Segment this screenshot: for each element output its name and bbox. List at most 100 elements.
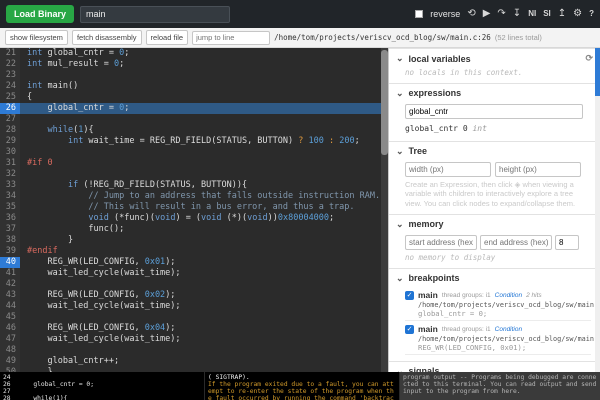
source-line: 32 [0, 169, 388, 180]
toolbar-button-fetch-disassembly[interactable]: fetch disassembly [72, 30, 142, 45]
line-code: #endif [20, 246, 388, 257]
line-number-gutter[interactable]: 50 [0, 367, 20, 372]
line-number-gutter[interactable]: 47 [0, 334, 20, 345]
line-number-gutter[interactable]: 27 [0, 114, 20, 125]
source-line: 24int main() [0, 81, 388, 92]
line-number-gutter[interactable]: 45 [0, 312, 20, 323]
line-number-gutter[interactable]: 21 [0, 48, 20, 59]
memory-bytes-input[interactable] [555, 235, 579, 250]
help-button[interactable]: ? [589, 10, 594, 18]
up-button[interactable]: ↥ [558, 9, 566, 19]
line-number-gutter[interactable]: 40 [0, 257, 20, 268]
source-line: 33 if (!REG_RD_FIELD(STATUS, BUTTON)){ [0, 180, 388, 191]
line-code: global_cntr = 0; [20, 103, 388, 114]
next-instruction-button[interactable]: NI [528, 10, 536, 18]
line-code: wait_led_cycle(wait_time); [20, 301, 388, 312]
breakpoint-condition-link[interactable]: Condition [495, 292, 522, 299]
settings-button[interactable]: ⚙ [573, 9, 582, 19]
breakpoint-enabled-checkbox[interactable]: ✓ [405, 325, 414, 334]
breakpoint-path[interactable]: /home/tom/projects/veriscv_ocd_blog/sw/m… [418, 301, 591, 309]
bottom-terminals: 24 26 global_cntr = 0; 27 28 while(1){ 2… [0, 372, 600, 400]
reverse-label: reverse [430, 9, 460, 19]
line-number-gutter[interactable]: 32 [0, 169, 20, 180]
panel-title: signals [409, 366, 440, 372]
source-line: 45 [0, 312, 388, 323]
source-viewer: 21int global_cntr = 0;22int mul_result =… [0, 48, 388, 372]
memory-end-input[interactable] [480, 235, 552, 250]
expression-input[interactable] [405, 104, 583, 119]
breakpoint-item[interactable]: ✓mainthread groups: i1Condition2 hits/ho… [405, 287, 591, 321]
line-number-gutter[interactable]: 44 [0, 301, 20, 312]
breakpoint-item[interactable]: ✓mainthread groups: i1Condition/home/tom… [405, 321, 591, 355]
tree-width-input[interactable] [405, 162, 491, 177]
line-number-gutter[interactable]: 25 [0, 92, 20, 103]
breakpoint-source-preview: REG_WR(LED_CONFIG, 0x01); [418, 343, 591, 352]
restart-button[interactable]: ⟲ [467, 9, 475, 19]
line-number-gutter[interactable]: 41 [0, 268, 20, 279]
source-line: 27 [0, 114, 388, 125]
source-line: 40 REG_WR(LED_CONFIG, 0x01); [0, 257, 388, 268]
panel-header-local-variables[interactable]: ⌄ local variables ⟳ [389, 48, 600, 67]
refresh-icon[interactable]: ⟳ [585, 53, 593, 64]
navbar-controls-group: reverse ⟲ ▶ ↷ ↧ NI SI ↥ ⚙? [415, 9, 594, 19]
step-instruction-button[interactable]: SI [543, 10, 551, 18]
panel-title: Tree [409, 146, 428, 156]
next-button[interactable]: ↷ [497, 9, 505, 19]
step-button[interactable]: ↧ [513, 9, 521, 19]
panel-header-expressions[interactable]: ⌄ expressions [389, 83, 600, 101]
sidebar-scrollbar-thumb[interactable] [595, 48, 600, 96]
expression-result-row[interactable]: global_cntr 0 int [405, 122, 591, 135]
line-number-gutter[interactable]: 37 [0, 224, 20, 235]
line-number-gutter[interactable]: 29 [0, 136, 20, 147]
source-scrollbar-thumb[interactable] [381, 50, 388, 155]
tree-height-input[interactable] [495, 162, 581, 177]
toolbar-button-reload-file[interactable]: reload file [146, 30, 189, 45]
line-number-gutter[interactable]: 36 [0, 213, 20, 224]
source-scrollbar[interactable] [381, 48, 388, 372]
toolbar-button-show-filesystem[interactable]: show filesystem [5, 30, 68, 45]
memory-start-input[interactable] [405, 235, 477, 250]
right-sidebar: ⌄ local variables ⟳ no locals in this co… [388, 48, 600, 372]
program-output-terminal[interactable]: program output -- Programs being debugge… [400, 372, 600, 400]
sidebar-scrollbar[interactable] [595, 48, 600, 372]
line-number-gutter[interactable]: 33 [0, 180, 20, 191]
line-number-gutter[interactable]: 42 [0, 279, 20, 290]
panel-header-tree[interactable]: ⌄ Tree [389, 141, 600, 159]
reverse-checkbox[interactable] [415, 10, 423, 18]
continue-button[interactable]: ▶ [483, 9, 491, 19]
binary-path-input[interactable] [80, 6, 230, 23]
line-number-gutter[interactable]: 39 [0, 246, 20, 257]
line-code: int main() [20, 81, 388, 92]
line-number-gutter[interactable]: 35 [0, 202, 20, 213]
nav-controls: ⟲ ▶ ↷ ↧ NI SI ↥ ⚙? [467, 9, 594, 19]
line-code [20, 312, 388, 323]
panel-header-signals[interactable]: ⌄ signals [389, 361, 600, 372]
line-number-gutter[interactable]: 23 [0, 70, 20, 81]
line-number-gutter[interactable]: 43 [0, 290, 20, 301]
breakpoint-condition-link[interactable]: Condition [495, 326, 522, 333]
line-number-gutter[interactable]: 24 [0, 81, 20, 92]
source-line: 29 int wait_time = REG_RD_FIELD(STATUS, … [0, 136, 388, 147]
line-number-gutter[interactable]: 30 [0, 147, 20, 158]
chevron-down-icon: ⌄ [396, 54, 404, 63]
line-number-gutter[interactable]: 28 [0, 125, 20, 136]
expression-rows: global_cntr 0 int [405, 122, 591, 135]
panel-header-breakpoints[interactable]: ⌄ breakpoints [389, 268, 600, 286]
line-number-gutter[interactable]: 48 [0, 345, 20, 356]
gdb-console-terminal[interactable]: 24 26 global_cntr = 0; 27 28 while(1){ 2… [0, 372, 205, 400]
load-binary-button[interactable]: Load Binary [6, 5, 74, 23]
source-line: 44 wait_led_cycle(wait_time); [0, 301, 388, 312]
gdb-output-terminal[interactable]: ( SIGTRAP). If the program exited due to… [205, 372, 400, 400]
line-code [20, 147, 388, 158]
jump-to-line-input[interactable] [192, 31, 270, 45]
line-number-gutter[interactable]: 49 [0, 356, 20, 367]
line-number-gutter[interactable]: 26 [0, 103, 20, 114]
line-number-gutter[interactable]: 38 [0, 235, 20, 246]
breakpoint-path[interactable]: /home/tom/projects/veriscv_ocd_blog/sw/m… [418, 335, 591, 343]
breakpoint-enabled-checkbox[interactable]: ✓ [405, 291, 414, 300]
line-number-gutter[interactable]: 31 [0, 158, 20, 169]
line-number-gutter[interactable]: 46 [0, 323, 20, 334]
line-number-gutter[interactable]: 22 [0, 59, 20, 70]
line-number-gutter[interactable]: 34 [0, 191, 20, 202]
panel-header-memory[interactable]: ⌄ memory [389, 214, 600, 232]
